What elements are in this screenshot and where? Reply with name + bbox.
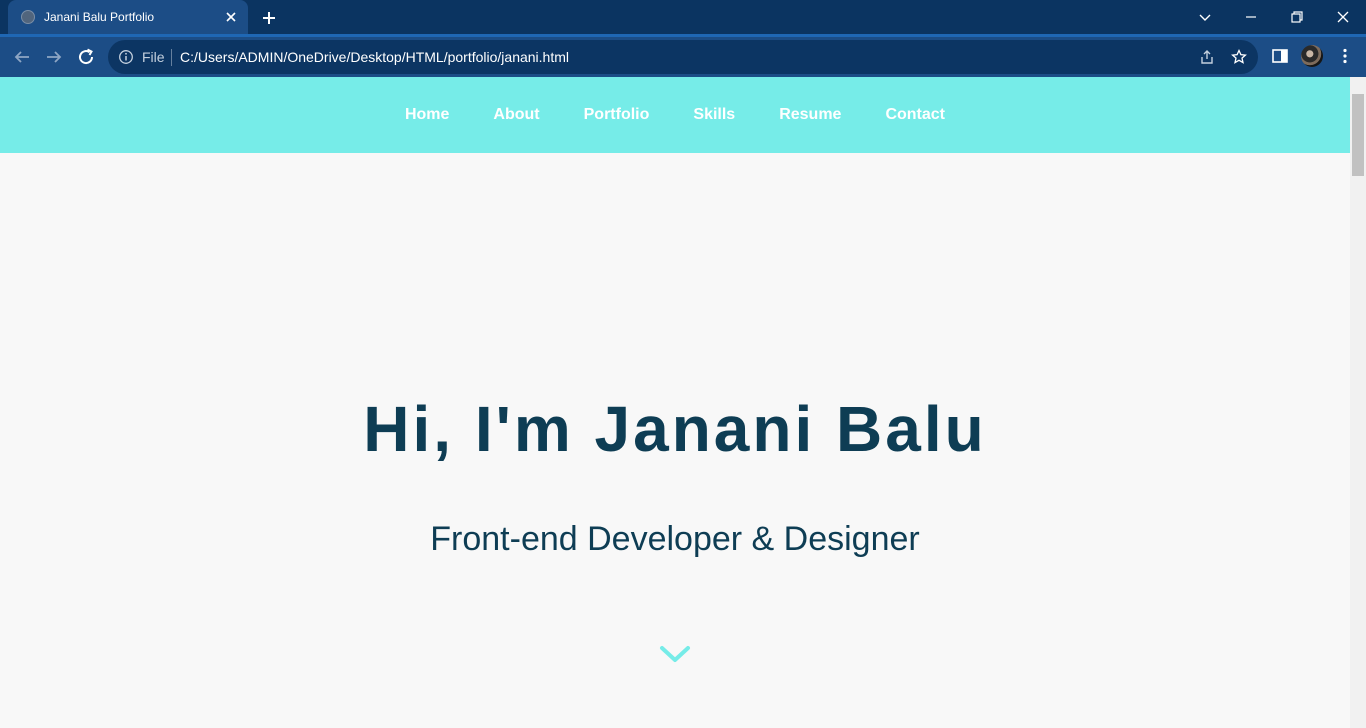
scheme-label: File <box>142 49 165 65</box>
new-tab-icon[interactable] <box>258 7 280 29</box>
tab-search-icon[interactable] <box>1193 5 1217 29</box>
tab-title: Janani Balu Portfolio <box>44 10 155 24</box>
hero-title: Hi, I'm Janani Balu <box>363 393 987 465</box>
close-window-icon[interactable] <box>1331 5 1355 29</box>
page-viewport: Home About Portfolio Skills Resume Conta… <box>0 77 1350 728</box>
restore-icon[interactable] <box>1285 5 1309 29</box>
close-tab-icon[interactable] <box>222 8 240 26</box>
forward-arrow-icon[interactable] <box>42 45 66 69</box>
nav-link-home[interactable]: Home <box>405 106 449 124</box>
info-icon[interactable] <box>118 49 134 65</box>
minimize-icon[interactable] <box>1239 5 1263 29</box>
globe-icon <box>21 10 35 24</box>
address-bar[interactable]: File C:/Users/ADMIN/OneDrive/Desktop/HTM… <box>108 40 1258 74</box>
nav-links: Home About Portfolio Skills Resume Conta… <box>0 77 1350 153</box>
browser-titlebar: Janani Balu Portfolio <box>0 0 1366 34</box>
profile-avatar[interactable] <box>1301 45 1323 67</box>
nav-link-portfolio[interactable]: Portfolio <box>584 106 650 124</box>
page-scrollbar[interactable] <box>1350 77 1366 728</box>
browser-tab[interactable]: Janani Balu Portfolio <box>8 0 248 34</box>
nav-link-skills[interactable]: Skills <box>693 106 735 124</box>
back-arrow-icon[interactable] <box>10 45 34 69</box>
bookmark-star-icon[interactable] <box>1230 48 1248 66</box>
side-panel-icon[interactable] <box>1270 46 1290 66</box>
hero-subtitle: Front-end Developer & Designer <box>430 520 920 558</box>
nav-link-resume[interactable]: Resume <box>779 106 841 124</box>
nav-link-contact[interactable]: Contact <box>885 106 945 124</box>
share-icon[interactable] <box>1198 48 1216 66</box>
reload-icon[interactable] <box>74 45 98 69</box>
nav-link-about[interactable]: About <box>493 106 539 124</box>
browser-toolbar: File C:/Users/ADMIN/OneDrive/Desktop/HTM… <box>0 34 1366 77</box>
site-navbar: Home About Portfolio Skills Resume Conta… <box>0 77 1350 153</box>
url-text[interactable]: C:/Users/ADMIN/OneDrive/Desktop/HTML/por… <box>180 49 569 65</box>
kebab-menu-icon[interactable] <box>1335 46 1355 66</box>
chevron-down-icon[interactable] <box>659 643 691 665</box>
scrollbar-thumb[interactable] <box>1352 94 1364 176</box>
address-separator <box>171 49 172 66</box>
